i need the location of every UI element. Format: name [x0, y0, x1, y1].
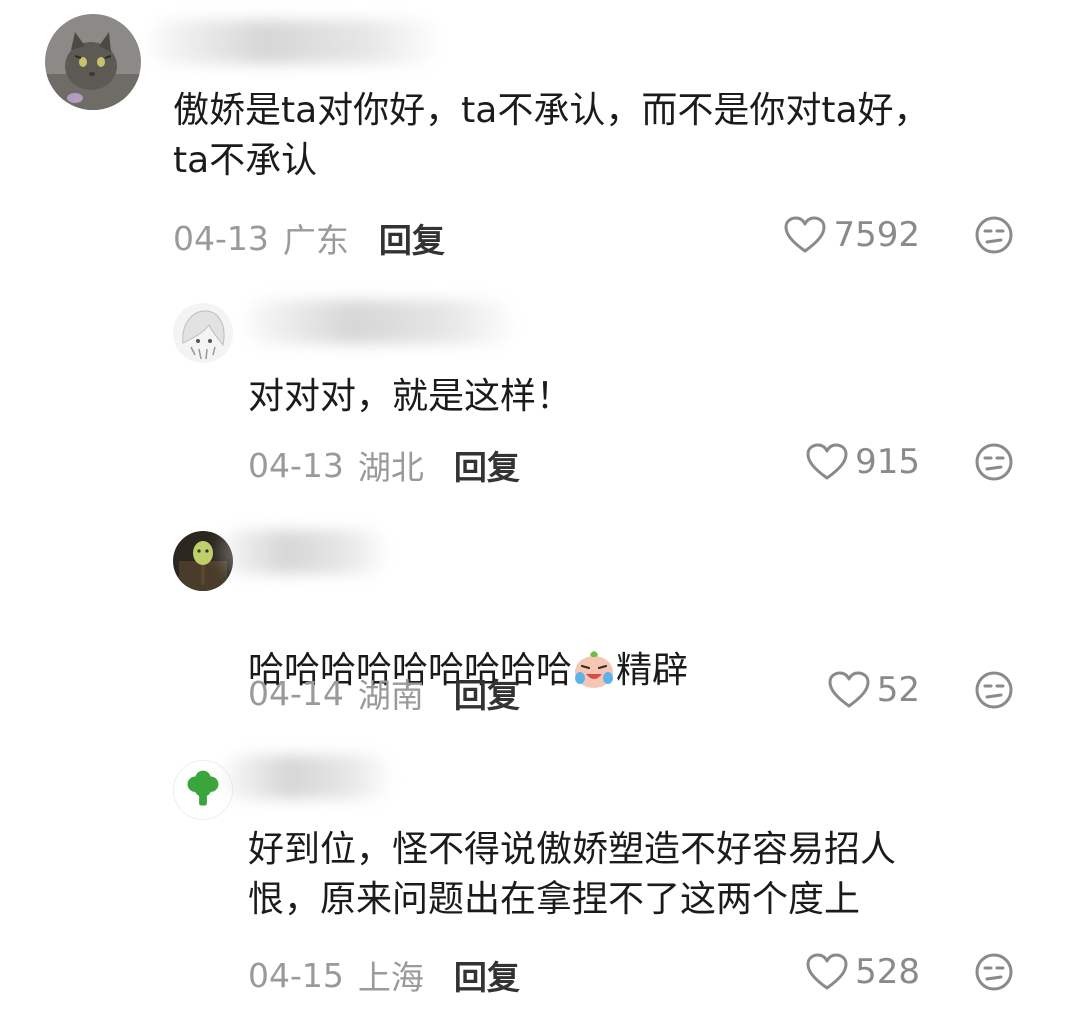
- reply-button[interactable]: 回复: [379, 214, 445, 262]
- like-button[interactable]: 915: [760, 439, 920, 485]
- unamused-face-icon: [975, 953, 1013, 991]
- blurred-username[interactable]: [150, 20, 440, 64]
- like-count: 52: [876, 670, 920, 710]
- comment-region: 广东: [282, 221, 349, 260]
- like-button[interactable]: 528: [760, 949, 920, 995]
- blurred-username[interactable]: [222, 755, 392, 799]
- comment-region: 湖北: [357, 448, 424, 487]
- comment-text: 好到位，怪不得说傲娇塑造不好容易招人 恨，原来问题出在拿捏不了这两个度上: [248, 829, 897, 920]
- avatar[interactable]: [45, 14, 141, 110]
- comment-region: 上海: [357, 958, 424, 997]
- comment-date: 04-13: [173, 218, 269, 258]
- crying-laughing-sticker-icon: [575, 651, 614, 688]
- comment-text-end: 精辟: [616, 650, 689, 691]
- dislike-button[interactable]: [974, 215, 1014, 255]
- unamused-face-icon: [975, 216, 1013, 254]
- reply-button[interactable]: 回复: [454, 669, 520, 717]
- blurred-username[interactable]: [218, 530, 388, 574]
- comment-date: 04-14: [248, 673, 344, 713]
- comment-meta: 04-13 广东 回复: [173, 214, 445, 262]
- reply-button[interactable]: 回复: [454, 951, 520, 999]
- dislike-button[interactable]: [974, 442, 1014, 482]
- comment-meta: 04-13 湖北 回复: [248, 441, 520, 489]
- cat-avatar-icon: [45, 14, 141, 110]
- heart-icon: [806, 443, 848, 480]
- heart-icon: [806, 953, 848, 990]
- dislike-button[interactable]: [974, 670, 1014, 710]
- heart-icon: [828, 671, 870, 708]
- unamused-face-icon: [975, 443, 1013, 481]
- heart-icon: [784, 216, 826, 253]
- comment-meta: 04-14 湖南 回复: [248, 669, 520, 717]
- comment-region: 湖南: [357, 676, 424, 715]
- comment-meta: 04-15 上海 回复: [248, 951, 520, 999]
- like-count: 915: [855, 442, 920, 482]
- dislike-button[interactable]: [974, 952, 1014, 992]
- anime-avatar-icon: [173, 303, 233, 363]
- comment-date: 04-15: [248, 955, 344, 995]
- unamused-face-icon: [975, 671, 1013, 709]
- like-count: 528: [855, 952, 920, 992]
- comment-text: 对对对，就是这样！: [248, 376, 573, 417]
- like-count: 7592: [833, 215, 920, 255]
- avatar[interactable]: [173, 303, 233, 363]
- reply-button[interactable]: 回复: [454, 441, 520, 489]
- like-button[interactable]: 52: [760, 667, 920, 713]
- blurred-username[interactable]: [246, 300, 516, 344]
- like-button[interactable]: 7592: [760, 212, 920, 258]
- comment-text: 傲娇是ta对你好，ta不承认，而不是你对ta好， ta不承认: [173, 90, 930, 181]
- comment-date: 04-13: [248, 445, 344, 485]
